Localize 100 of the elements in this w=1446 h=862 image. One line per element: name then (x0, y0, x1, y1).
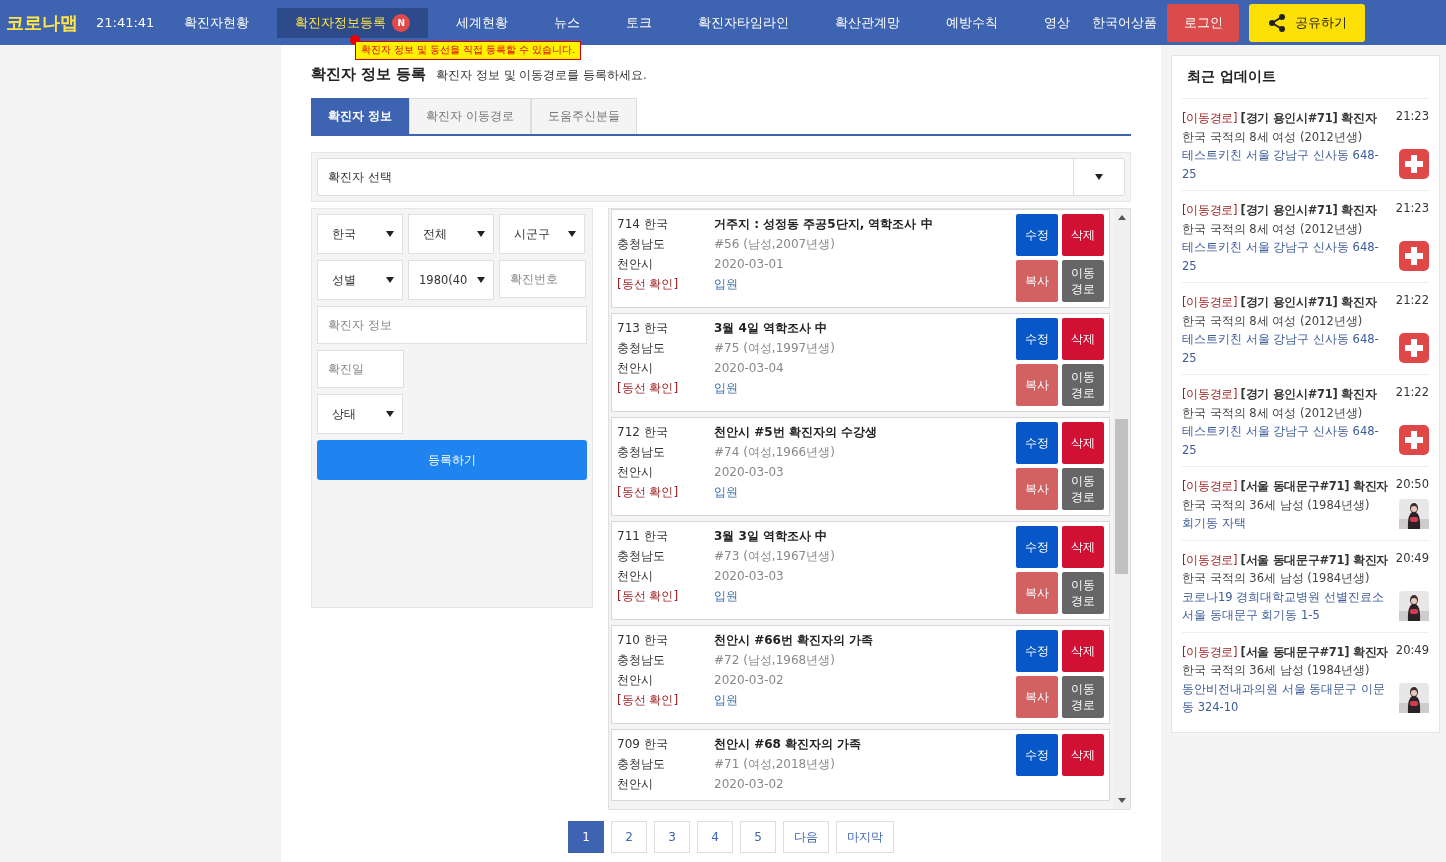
page-link[interactable]: 5 (740, 821, 776, 853)
gender-select[interactable]: 성별 (317, 260, 403, 300)
case-number: 713 한국 (617, 320, 669, 337)
update-heading[interactable]: [이동경로] [경기 용인시#71] 확진자 (1182, 385, 1391, 404)
update-place[interactable]: 테스트키친 서울 강남구 신사동 648-25 (1182, 330, 1391, 367)
tab[interactable]: 확진자 정보 (311, 98, 410, 134)
share-button[interactable]: 공유하기 (1249, 3, 1366, 42)
update-heading[interactable]: [이동경로] [서울 동대문구#71] 확진자 (1182, 642, 1391, 661)
copy-button[interactable]: 복사 (1016, 364, 1058, 406)
delete-button[interactable]: 삭제 (1062, 318, 1104, 360)
nav-link[interactable]: 토크 (608, 7, 671, 38)
district-select[interactable]: 시군구 (499, 214, 585, 254)
case-city: 천안시 (617, 776, 654, 793)
page-link[interactable]: 2 (611, 821, 647, 853)
update-time: 20:49 (1395, 642, 1429, 657)
edit-button[interactable]: 수정 (1016, 214, 1058, 256)
case-status: 입원 (714, 484, 739, 501)
update-place[interactable]: 동안비전내과의원 서울 동대문구 이문동 324-10 (1182, 679, 1391, 717)
update-heading[interactable]: [이동경로] [경기 용인시#71] 확진자 (1182, 293, 1391, 312)
update-detail: 한국 국적의 36세 남성 (1984년생) (1182, 570, 1371, 587)
nav-link[interactable]: 영상 (1026, 7, 1089, 38)
copy-button[interactable]: 복사 (1016, 468, 1058, 510)
delete-button[interactable]: 삭제 (1062, 526, 1104, 568)
country-select[interactable]: 한국 (317, 214, 403, 254)
route-link[interactable]: [동선 확인] (617, 690, 714, 710)
route-link[interactable]: [동선 확인] (617, 482, 714, 502)
route-button[interactable]: 이동경로 (1062, 364, 1104, 406)
route-link[interactable]: [동선 확인] (617, 378, 714, 398)
delete-button[interactable]: 삭제 (1062, 630, 1104, 672)
edit-button[interactable]: 수정 (1016, 422, 1058, 464)
page-link[interactable]: 다음 (783, 821, 829, 853)
update-heading[interactable]: [이동경로] [서울 동대문구#71] 확진자 (1182, 550, 1391, 569)
case-info: #74 (여성,1966년생) (714, 444, 836, 461)
logo[interactable]: 코로나맵 (6, 10, 78, 35)
case-status: 입원 (714, 692, 739, 709)
nav-link[interactable]: 예방수칙 (928, 7, 1017, 38)
update-place[interactable]: 코로나19 경희대학교병원 선별진료소 서울 동대문구 회기동 1-5 (1182, 587, 1391, 625)
route-button[interactable]: 이동경로 (1062, 260, 1104, 302)
case-date: 2020-03-02 (714, 672, 785, 689)
tab[interactable]: 도움주신분들 (531, 98, 637, 134)
date-input[interactable]: 확진일 (317, 350, 404, 388)
copy-button[interactable]: 복사 (1016, 676, 1058, 718)
update-time: 21:22 (1395, 293, 1429, 307)
patient-select[interactable]: 확진자 선택 (317, 158, 1125, 196)
update-place[interactable]: 테스트키친 서울 강남구 신사동 648-25 (1182, 146, 1391, 183)
update-heading[interactable]: [이동경로] [경기 용인시#71] 확진자 (1182, 201, 1391, 220)
route-button[interactable]: 이동경로 (1062, 468, 1104, 510)
submit-button[interactable]: 등록하기 (317, 440, 587, 480)
copy-button[interactable]: 복사 (1016, 572, 1058, 614)
case-title: 천안시 #66번 확진자의 가족 (714, 632, 875, 649)
page-link[interactable]: 4 (697, 821, 733, 853)
nav-link[interactable]: 확산관계망 (817, 7, 919, 38)
nav-link[interactable]: 확진자타임라인 (680, 7, 808, 38)
number-input[interactable]: 확진번호 (499, 260, 586, 298)
scroll-thumb[interactable] (1115, 419, 1128, 574)
medical-cross-icon (1399, 333, 1429, 363)
edit-button[interactable]: 수정 (1016, 630, 1058, 672)
nav-link[interactable]: 확진자정보등록 N (277, 7, 429, 38)
update-place[interactable]: 테스트키친 서울 강남구 신사동 648-25 (1182, 238, 1391, 275)
share-icon (1267, 12, 1288, 33)
language-selector[interactable]: 한국어상품 (1092, 13, 1158, 32)
delete-button[interactable]: 삭제 (1062, 214, 1104, 256)
case-status: 입원 (714, 276, 739, 293)
scrollbar[interactable] (1113, 209, 1130, 809)
update-place[interactable]: 테스트키친 서울 강남구 신사동 648-25 (1182, 422, 1391, 459)
updates-title: 최근 업데이트 (1182, 56, 1429, 99)
delete-button[interactable]: 삭제 (1062, 422, 1104, 464)
route-button[interactable]: 이동경로 (1062, 572, 1104, 614)
case-info: #75 (여성,1997년생) (714, 340, 836, 357)
page-link[interactable]: 3 (654, 821, 690, 853)
update-heading[interactable]: [이동경로] [서울 동대문구#71] 확진자 (1182, 477, 1391, 496)
case-number: 709 한국 (617, 736, 669, 753)
update-detail: 한국 국적의 8세 여성 (2012년생) (1182, 220, 1364, 238)
tooltip: 확진자 정보 및 동선을 직접 등록할 수 있습니다. (355, 41, 582, 60)
update-place[interactable]: 회기동 자택 (1182, 514, 1391, 533)
edit-button[interactable]: 수정 (1016, 734, 1058, 776)
nav-link[interactable]: 뉴스 (536, 7, 599, 38)
route-button[interactable]: 이동경로 (1062, 676, 1104, 718)
case-title: 천안시 #5번 확진자의 수강생 (714, 424, 878, 441)
edit-button[interactable]: 수정 (1016, 526, 1058, 568)
update-heading[interactable]: [이동경로] [경기 용인시#71] 확진자 (1182, 109, 1391, 128)
nav-link[interactable]: 확진자현황 (166, 7, 268, 38)
province-select[interactable]: 전체 (408, 214, 494, 254)
case-province: 충청남도 (617, 444, 666, 461)
case-province: 충청남도 (617, 548, 666, 565)
caret-icon (386, 411, 394, 417)
delete-button[interactable]: 삭제 (1062, 734, 1104, 776)
status-select[interactable]: 상태 (317, 394, 403, 434)
page-link[interactable]: 1 (568, 821, 604, 853)
edit-button[interactable]: 수정 (1016, 318, 1058, 360)
route-link[interactable]: [동선 확인] (617, 586, 714, 606)
info-input[interactable]: 확진자 정보 (317, 306, 587, 344)
page-link[interactable]: 마지막 (836, 821, 894, 853)
login-button[interactable]: 로그인 (1167, 3, 1240, 42)
birth-year-select[interactable]: 1980(40 (408, 260, 494, 300)
case-title: 3월 4일 역학조사 中 (714, 320, 829, 337)
route-link[interactable]: [동선 확인] (617, 274, 714, 294)
tab[interactable]: 확진자 이동경로 (409, 98, 531, 134)
copy-button[interactable]: 복사 (1016, 260, 1058, 302)
nav-link[interactable]: 세계현황 (438, 7, 527, 38)
